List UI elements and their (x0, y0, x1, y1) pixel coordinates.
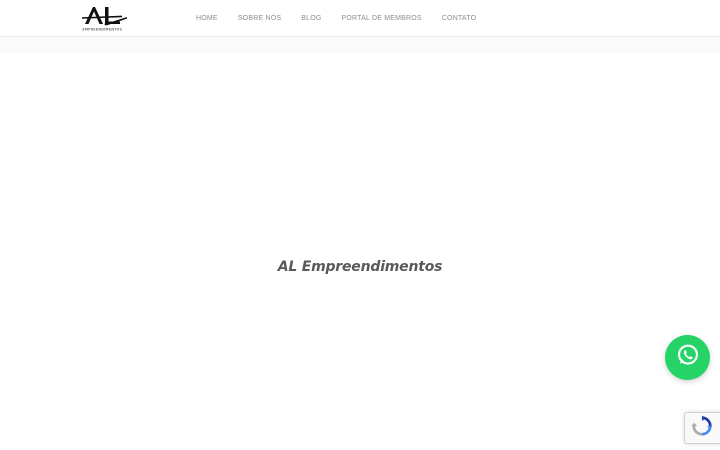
site-header: EMPREENDIMENTOS HOME SOBRE NÓS BLOG PORT… (0, 0, 720, 37)
page: EMPREENDIMENTOS HOME SOBRE NÓS BLOG PORT… (0, 0, 720, 450)
logo-mark: EMPREENDIMENTOS (82, 7, 127, 32)
main-nav: HOME SOBRE NÓS BLOG PORTAL DE MEMBROS CO… (196, 0, 476, 37)
nav-item-portal-de-membros[interactable]: PORTAL DE MEMBROS (342, 15, 422, 22)
whatsapp-button[interactable] (665, 335, 710, 380)
site-logo[interactable]: EMPREENDIMENTOS (82, 4, 130, 32)
recaptcha-badge[interactable] (684, 412, 720, 444)
nav-item-contato[interactable]: CONTATO (442, 15, 476, 22)
whatsapp-icon (675, 342, 701, 373)
logo-subtext: EMPREENDIMENTOS (83, 28, 123, 32)
page-title: AL Empreendimentos (277, 259, 443, 276)
header-sub-band (0, 37, 720, 53)
nav-item-sobre-nos[interactable]: SOBRE NÓS (238, 15, 281, 22)
nav-item-blog[interactable]: BLOG (301, 15, 321, 22)
recaptcha-icon (691, 414, 713, 442)
nav-item-home[interactable]: HOME (196, 15, 218, 22)
